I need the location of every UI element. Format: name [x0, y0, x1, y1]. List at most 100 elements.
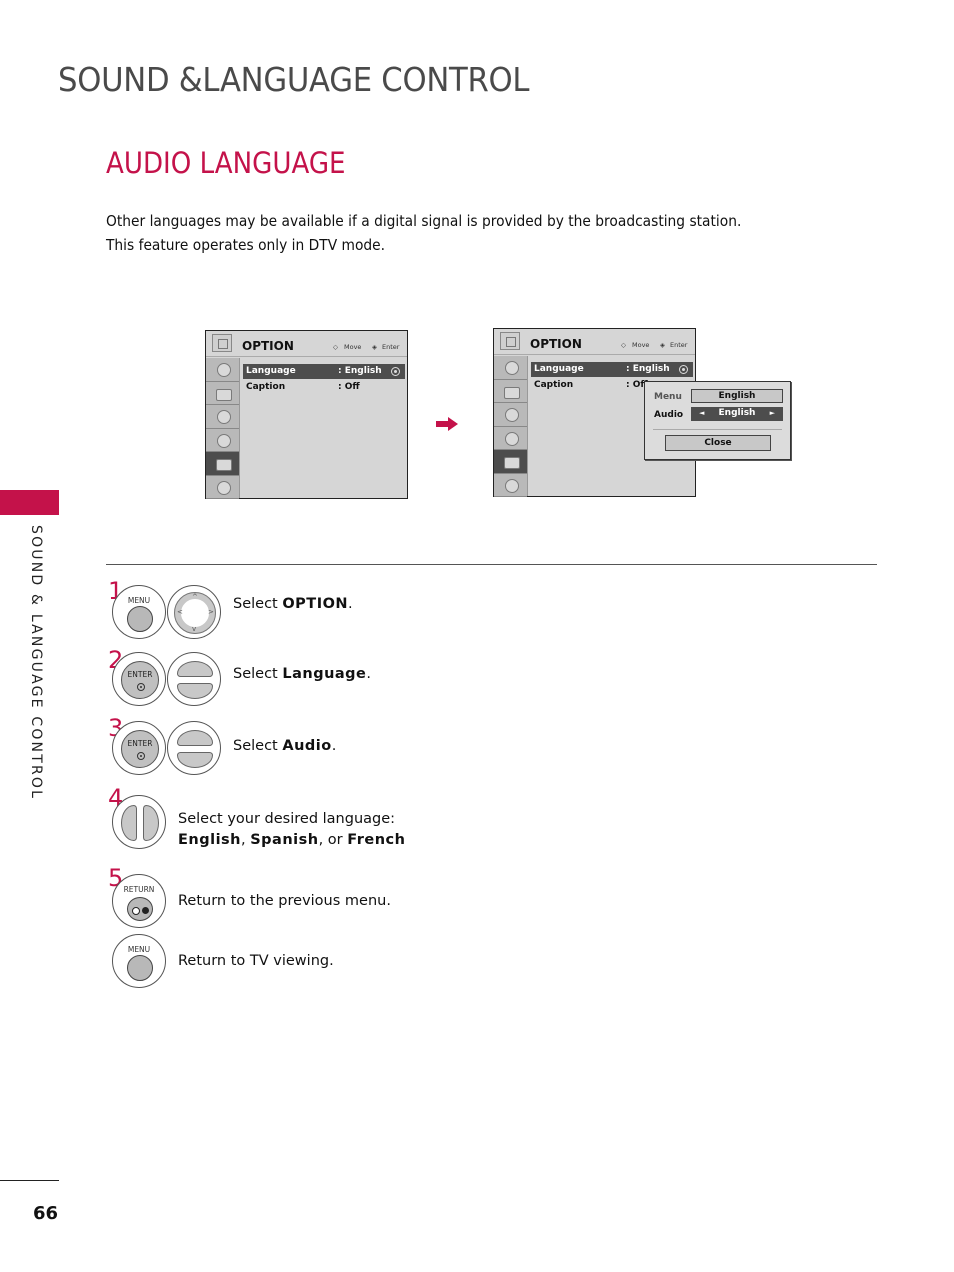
audio-language-label: Audio: [654, 410, 684, 420]
audio-menu-icon[interactable]: [494, 356, 527, 380]
menu-row-caption[interactable]: Caption : Off: [243, 380, 405, 395]
left-right-buttons[interactable]: [112, 795, 166, 849]
enter-button-knob: ENTER: [121, 661, 159, 699]
left-arrow-button[interactable]: [121, 805, 137, 841]
nav-pad[interactable]: ^ v < >: [167, 585, 221, 639]
enter-button[interactable]: ENTER: [112, 652, 166, 706]
enter-icon: [137, 683, 145, 691]
section-title: SOUND &LANGUAGE CONTROL: [58, 60, 530, 99]
step-4-line-2: English, Spanish, or French: [178, 832, 406, 848]
enter-button-knob: ENTER: [121, 730, 159, 768]
audio-language-selector[interactable]: ◄ English ►: [691, 407, 783, 421]
audio-menu-icon[interactable]: [206, 358, 239, 382]
step-5-text: Return to the previous menu.: [178, 893, 391, 909]
button-caption: ENTER: [127, 739, 153, 748]
option-menu-icon[interactable]: [494, 450, 527, 474]
row-label: Caption: [246, 382, 286, 392]
time-menu-icon[interactable]: [206, 428, 239, 452]
popup-divider: [653, 429, 782, 430]
menu-button-knob: [127, 606, 153, 632]
arrow-right-icon[interactable]: ►: [770, 407, 775, 420]
step-6-text: Return to TV viewing.: [178, 953, 334, 969]
menu-row-language[interactable]: Language : English: [243, 364, 405, 379]
option-menu-icon[interactable]: [206, 452, 239, 476]
button-caption: MENU: [127, 596, 151, 605]
enter-hint-icon: ◈: [372, 343, 377, 351]
option-icon: [212, 334, 232, 352]
row-value: : English: [338, 366, 382, 376]
menu-button[interactable]: MENU: [112, 934, 166, 988]
time-menu-icon[interactable]: [494, 426, 527, 450]
step-1-text: Select OPTION.: [233, 596, 353, 612]
enter-icon: [391, 367, 400, 376]
move-hint: Move: [344, 343, 362, 351]
menu-title: OPTION: [242, 339, 294, 353]
step-3-target: Audio: [282, 738, 332, 754]
option-icon: [500, 332, 520, 350]
arrow-left-icon[interactable]: ◄: [699, 407, 704, 420]
button-caption: ENTER: [127, 670, 153, 679]
button-caption: RETURN: [123, 885, 155, 894]
page-number: 66: [33, 1203, 59, 1224]
picture-menu-icon[interactable]: [494, 379, 527, 403]
footer-rule: [0, 1180, 59, 1181]
lock-menu-icon[interactable]: [494, 473, 527, 497]
button-caption: MENU: [127, 945, 151, 954]
step-2-text: Select Language.: [233, 666, 372, 682]
side-section-label: SOUND & LANGUAGE CONTROL: [28, 525, 44, 801]
right-icon: >: [208, 608, 214, 616]
up-arrow-button[interactable]: [177, 730, 213, 746]
down-arrow-button[interactable]: [177, 752, 213, 768]
menu-language-label: Menu: [654, 392, 682, 402]
option-spanish: Spanish: [250, 832, 319, 848]
row-label: Language: [534, 364, 584, 374]
enter-hint-icon: ◈: [660, 341, 665, 349]
menu-row-language[interactable]: Language : English: [531, 362, 693, 377]
move-hint-icon: ◇: [621, 341, 626, 349]
setup-menu-icon[interactable]: [206, 405, 239, 429]
close-button[interactable]: Close: [665, 435, 771, 451]
up-down-buttons[interactable]: [167, 652, 221, 706]
menu-sidebar: [206, 358, 240, 499]
down-icon: v: [192, 625, 197, 633]
enter-hint: Enter: [670, 341, 688, 349]
next-arrow-icon: [436, 417, 458, 431]
step-2-target: Language: [282, 666, 367, 682]
menu-language-value[interactable]: English: [691, 389, 783, 403]
row-value: : Off: [338, 382, 360, 392]
enter-hint: Enter: [382, 343, 400, 351]
page-title: AUDIO LANGUAGE: [106, 146, 346, 180]
enter-button[interactable]: ENTER: [112, 721, 166, 775]
left-icon: <: [177, 608, 183, 616]
option-french: French: [347, 832, 406, 848]
menu-sidebar: [494, 356, 528, 497]
option-english: English: [178, 832, 242, 848]
row-label: Language: [246, 366, 296, 376]
up-icon: ^: [192, 593, 198, 601]
move-hint-icon: ◇: [333, 343, 338, 351]
menu-button-knob: [127, 955, 153, 981]
step-4-line-1: Select your desired language:: [178, 811, 396, 827]
row-label: Caption: [534, 380, 574, 390]
option-menu-screen-1: OPTION ◇ Move ◈ Enter Language : English…: [205, 330, 408, 499]
section-divider: [106, 564, 877, 565]
audio-language-value: English: [718, 408, 756, 418]
row-value: : English: [626, 364, 670, 374]
setup-menu-icon[interactable]: [494, 403, 527, 427]
menu-title: OPTION: [530, 337, 582, 351]
picture-menu-icon[interactable]: [206, 381, 239, 405]
up-down-buttons[interactable]: [167, 721, 221, 775]
down-arrow-button[interactable]: [177, 683, 213, 699]
right-arrow-button[interactable]: [143, 805, 159, 841]
up-arrow-button[interactable]: [177, 661, 213, 677]
move-hint: Move: [632, 341, 650, 349]
language-popup: Menu English Audio ◄ English ► Close: [644, 381, 791, 460]
return-icon: [127, 897, 153, 921]
step-1-target: OPTION: [282, 596, 349, 612]
lock-menu-icon[interactable]: [206, 475, 239, 499]
menu-header: OPTION ◇ Move ◈ Enter: [494, 329, 695, 355]
return-button[interactable]: RETURN: [112, 874, 166, 928]
menu-button[interactable]: MENU: [112, 585, 166, 639]
intro-line-2: This feature operates only in DTV mode.: [106, 236, 386, 254]
enter-icon: [679, 365, 688, 374]
